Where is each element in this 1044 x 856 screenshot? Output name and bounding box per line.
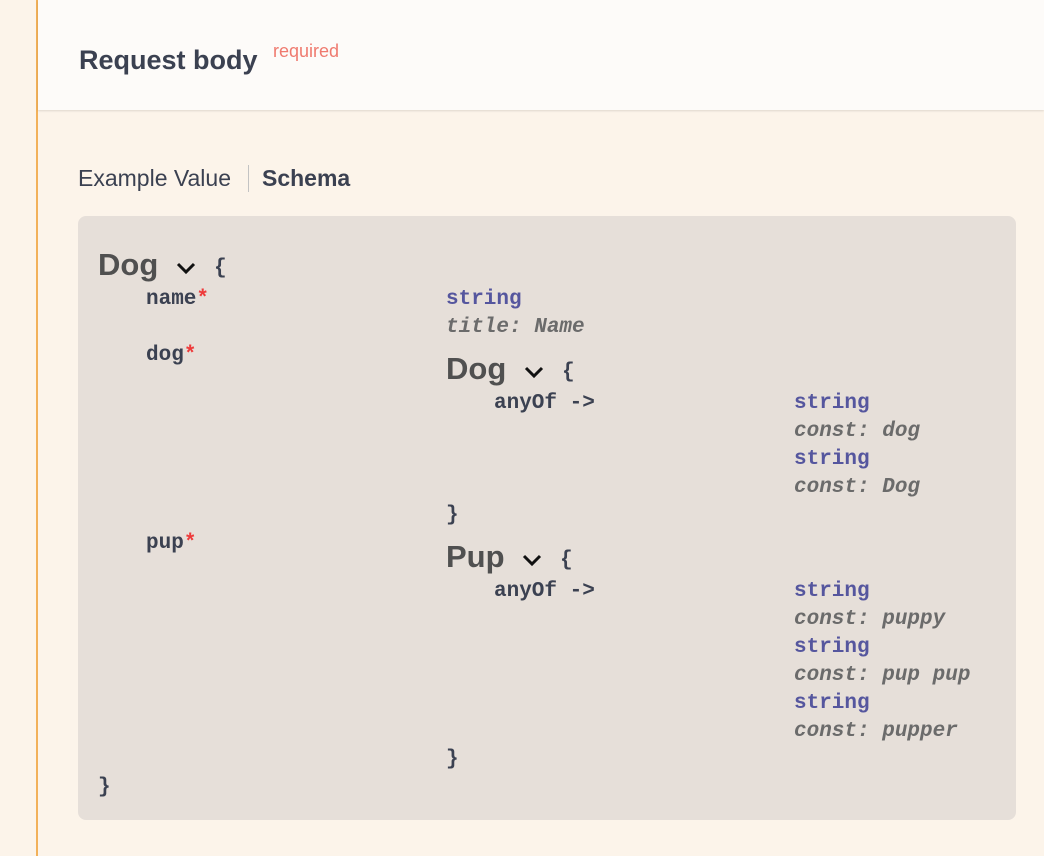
option-const: const: dog xyxy=(794,420,921,443)
property-pup: pup* xyxy=(146,532,197,555)
chevron-down-icon[interactable] xyxy=(176,262,196,276)
property-dog: dog* xyxy=(146,344,197,367)
option-const: const: pup pup xyxy=(794,664,971,687)
property-meta: title: Name xyxy=(446,316,585,339)
open-brace: { xyxy=(214,257,227,280)
property-type: string xyxy=(446,288,522,311)
option-type: string xyxy=(794,580,870,603)
tab-divider xyxy=(248,165,249,192)
required-star: * xyxy=(183,532,197,555)
option-const: const: puppy xyxy=(794,608,946,631)
required-label: required xyxy=(273,41,340,61)
section-accent-border xyxy=(36,0,38,856)
required-star: * xyxy=(183,344,197,367)
option-type: string xyxy=(794,636,870,659)
model-title-dog[interactable]: Dog xyxy=(98,247,158,283)
option-const: const: Dog xyxy=(794,476,921,499)
tab-schema[interactable]: Schema xyxy=(262,165,350,192)
model-title-pup[interactable]: Pup xyxy=(446,539,505,575)
open-brace: { xyxy=(560,549,573,572)
option-type: string xyxy=(794,448,870,471)
option-type: string xyxy=(794,392,870,415)
option-type: string xyxy=(794,692,870,715)
property-name: name* xyxy=(146,288,210,311)
anyof-label: anyOf -> xyxy=(494,580,595,603)
close-brace: } xyxy=(446,748,459,771)
model-title-dog-enum[interactable]: Dog xyxy=(446,351,506,387)
tab-example-value[interactable]: Example Value xyxy=(78,165,231,192)
schema-panel: Dog { name* string title: Name dog* Dog … xyxy=(78,216,1016,820)
chevron-down-icon[interactable] xyxy=(522,554,542,568)
close-brace: } xyxy=(98,776,111,799)
anyof-label: anyOf -> xyxy=(494,392,595,415)
chevron-down-icon[interactable] xyxy=(524,366,544,380)
request-body-title: Request body xyxy=(79,45,258,75)
option-const: const: pupper xyxy=(794,720,958,743)
close-brace: } xyxy=(446,504,459,527)
open-brace: { xyxy=(562,361,575,384)
required-star: * xyxy=(196,288,210,311)
